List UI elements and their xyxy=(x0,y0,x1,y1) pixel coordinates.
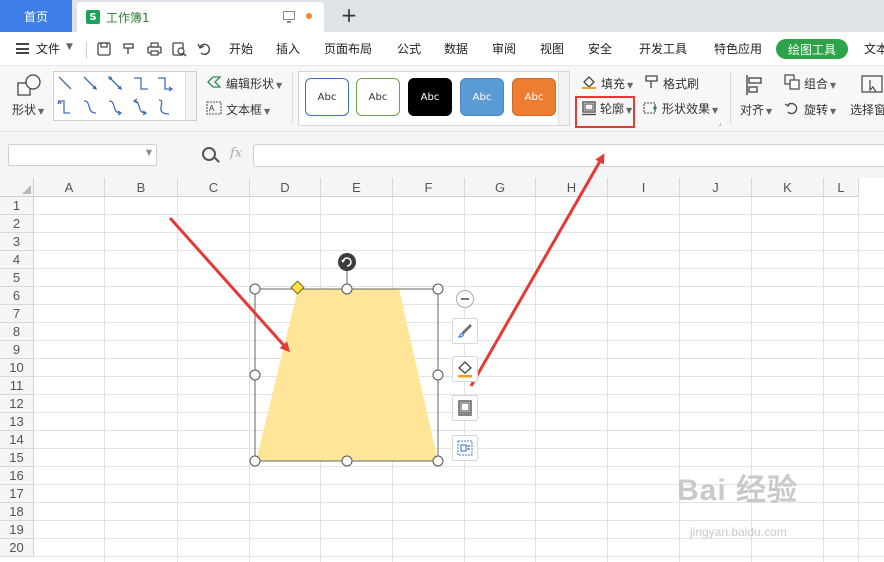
resize-handle[interactable] xyxy=(249,283,261,295)
annotation-arrow xyxy=(469,153,605,387)
watermark-text: Bai 经验 xyxy=(677,474,799,507)
resize-handle[interactable] xyxy=(249,369,261,381)
watermark-url: jingyan.baidu.com xyxy=(690,525,787,539)
float-fill-button[interactable] xyxy=(452,356,478,382)
resize-handle[interactable] xyxy=(432,455,444,467)
collapse-toolbar-button[interactable] xyxy=(456,290,474,308)
rotate-handle-icon[interactable] xyxy=(338,253,356,271)
annotation-arrow xyxy=(168,217,290,353)
float-layout-button[interactable] xyxy=(452,435,478,461)
baidu-watermark-logo: Bai 经验 jingyan.baidu.com xyxy=(677,465,877,545)
resize-handle[interactable] xyxy=(249,455,261,467)
float-style-button[interactable] xyxy=(452,318,478,344)
fill-bucket-icon xyxy=(458,361,472,378)
float-outline-button[interactable] xyxy=(452,395,478,421)
text-wrap-icon xyxy=(457,440,473,456)
trapezoid-shape[interactable] xyxy=(256,289,438,461)
resize-handle[interactable] xyxy=(341,283,353,295)
outline-icon xyxy=(458,400,472,416)
resize-handle[interactable] xyxy=(432,283,444,295)
paintbrush-icon xyxy=(457,324,472,338)
resize-handle[interactable] xyxy=(341,455,353,467)
resize-handle[interactable] xyxy=(432,369,444,381)
